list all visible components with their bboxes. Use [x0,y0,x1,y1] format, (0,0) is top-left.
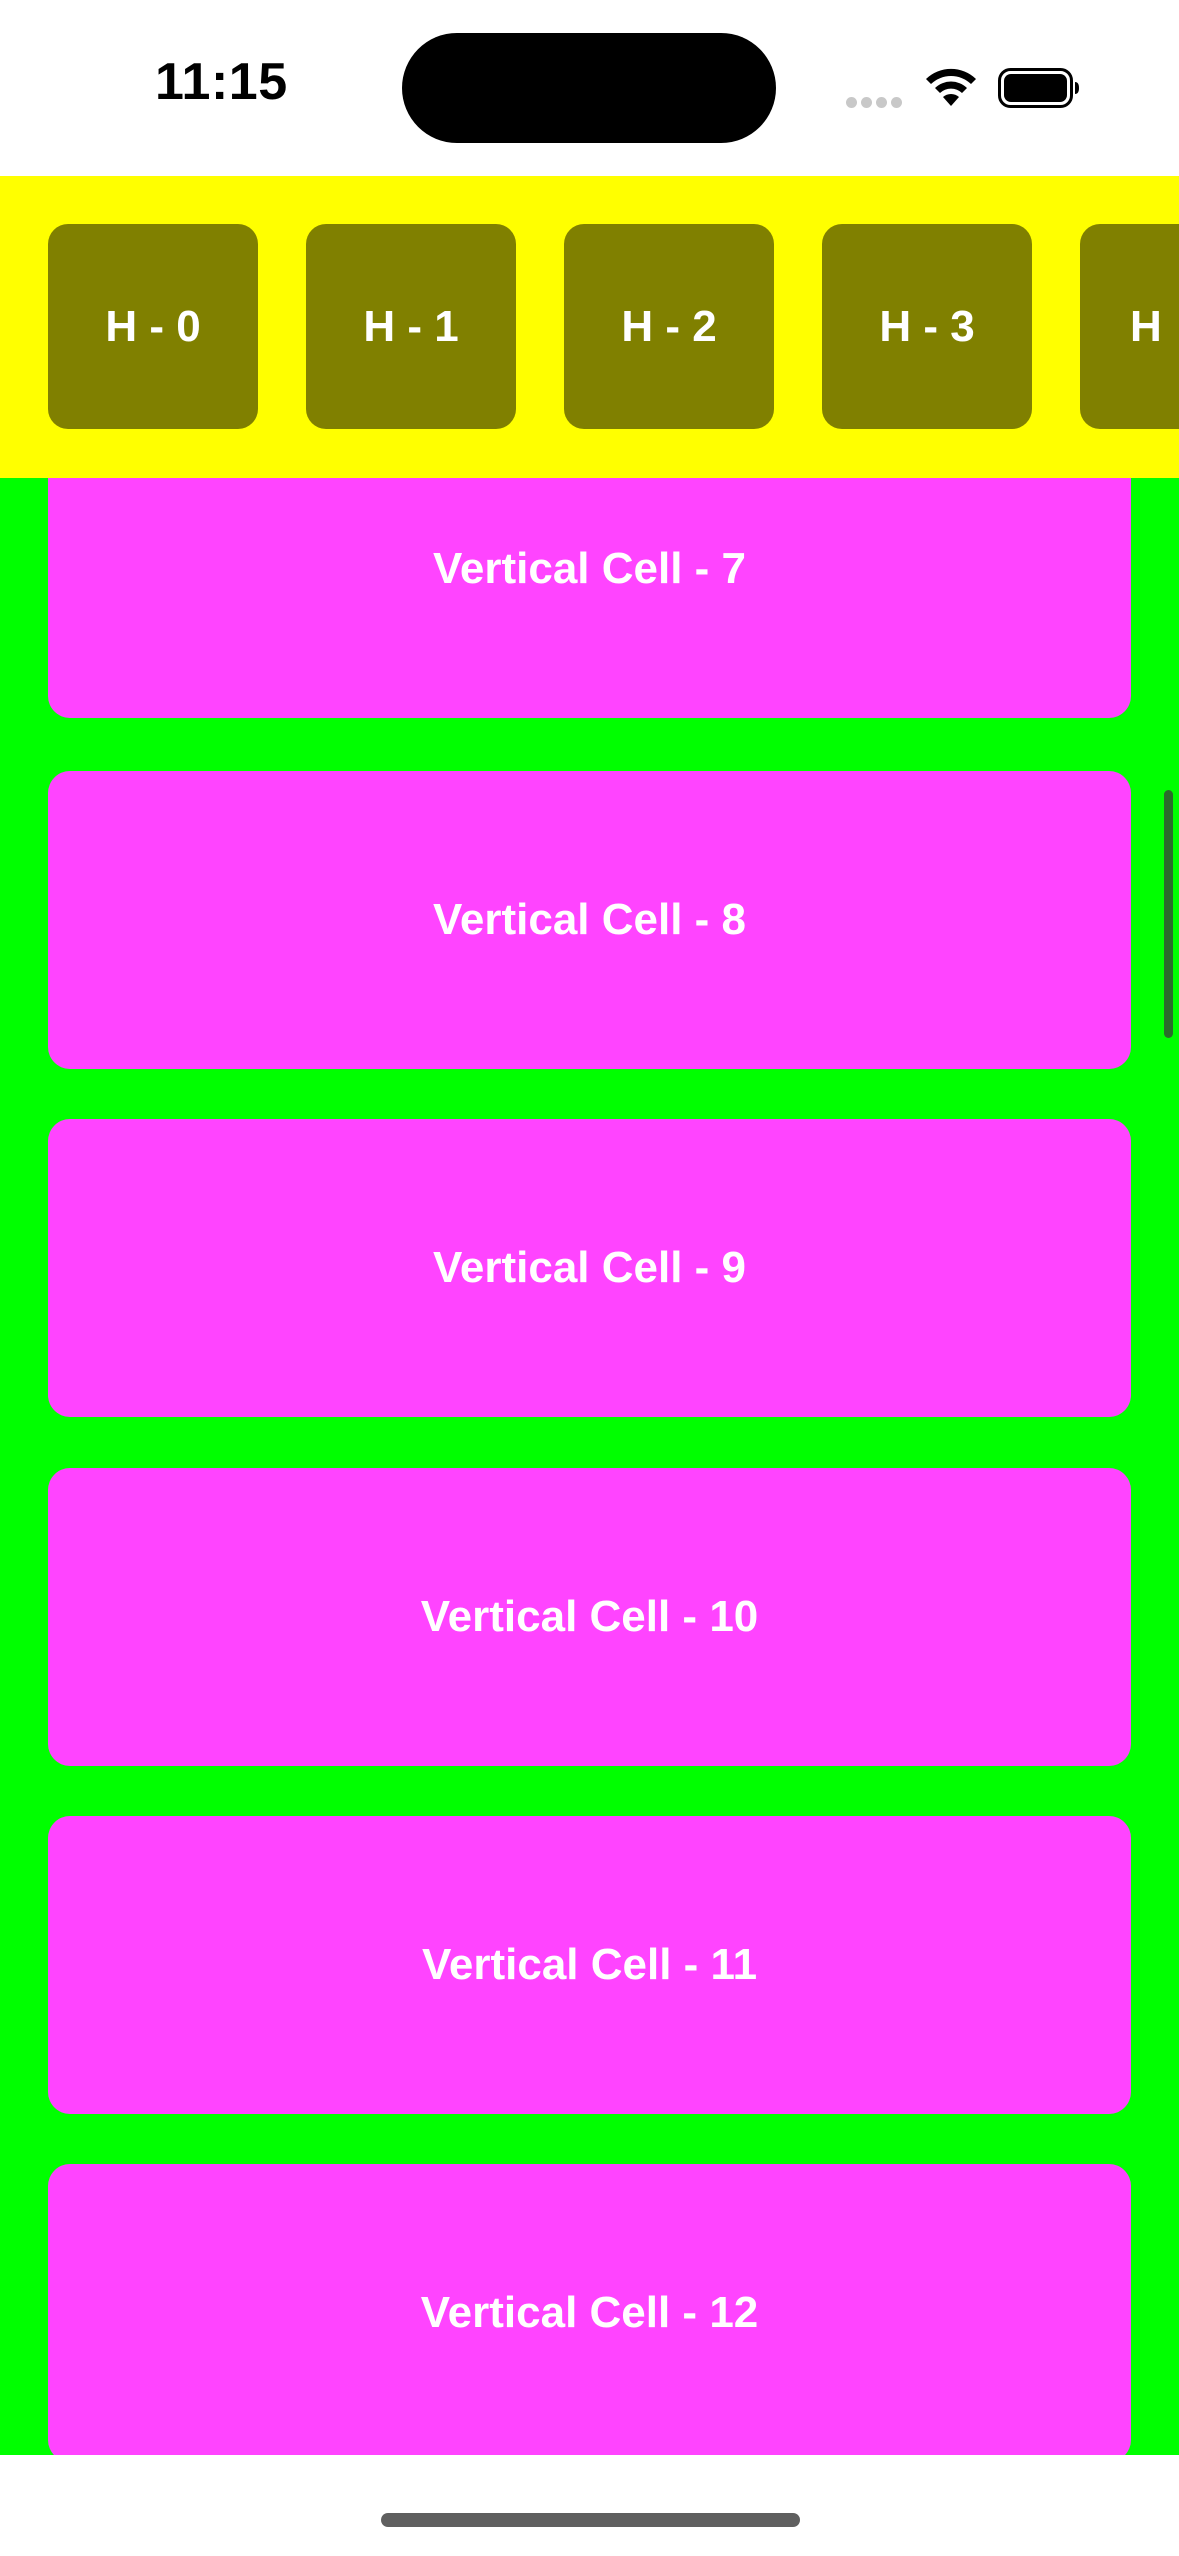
horizontal-cell[interactable]: H - 0 [48,224,258,429]
vertical-cell[interactable]: Vertical Cell - 7 [48,478,1131,718]
dynamic-island [402,33,776,143]
home-indicator[interactable] [381,2513,800,2527]
cellular-signal-icon [846,95,906,108]
app-screen: 11:15 H - 0 H - 1 H - 2 H - 3 H Vertical… [0,0,1179,2556]
horizontal-cell[interactable]: H - 2 [564,224,774,429]
vertical-cell[interactable]: Vertical Cell - 12 [48,2164,1131,2455]
status-bar: 11:15 [0,0,1179,176]
horizontal-cell[interactable]: H - 3 [822,224,1032,429]
vertical-cell[interactable]: Vertical Cell - 11 [48,1816,1131,2114]
horizontal-cell[interactable]: H - 1 [306,224,516,429]
battery-icon [998,68,1079,108]
vertical-cell[interactable]: Vertical Cell - 8 [48,771,1131,1069]
vertical-cell[interactable]: Vertical Cell - 9 [48,1119,1131,1417]
horizontal-collection[interactable]: H - 0 H - 1 H - 2 H - 3 H [0,176,1179,478]
vertical-scroll-indicator[interactable] [1164,790,1173,1038]
vertical-collection[interactable]: Vertical Cell - 7 Vertical Cell - 8 Vert… [0,478,1179,2455]
horizontal-cell[interactable]: H [1080,224,1179,429]
vertical-cell[interactable]: Vertical Cell - 10 [48,1468,1131,1766]
wifi-icon [926,68,976,106]
status-time: 11:15 [155,53,288,111]
home-indicator-area [0,2455,1179,2556]
